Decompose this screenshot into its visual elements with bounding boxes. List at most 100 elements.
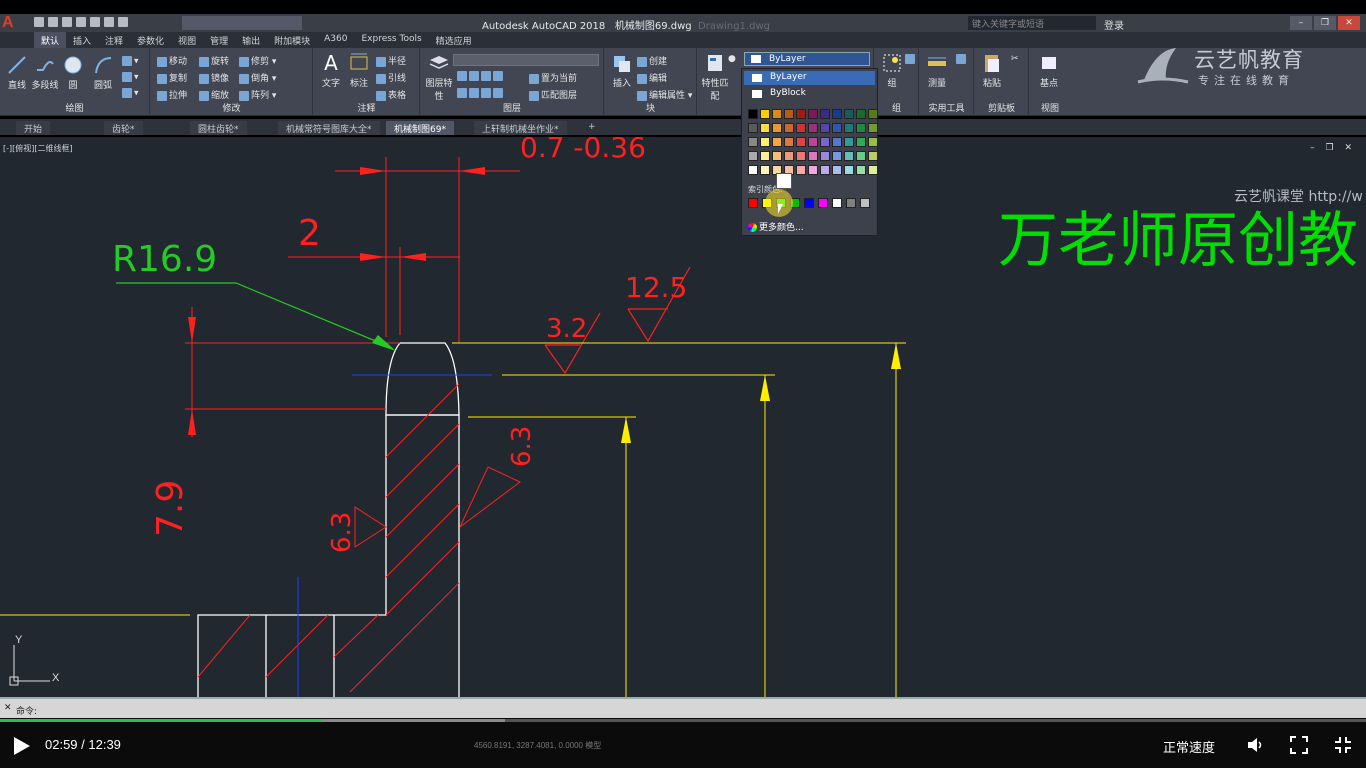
color-swatch[interactable]: [868, 123, 878, 133]
mirror-button[interactable]: 镜像: [199, 71, 229, 84]
tab-output[interactable]: 输出: [235, 32, 267, 48]
doc-tab-homework[interactable]: 上轩制机械坐作业*: [474, 121, 567, 135]
color-swatch[interactable]: [832, 109, 842, 119]
search-input[interactable]: 键入关键字或短语: [968, 16, 1096, 30]
playback-speed-button[interactable]: 正常速度: [1163, 737, 1215, 756]
restore-button[interactable]: ❐: [1314, 16, 1336, 30]
color-swatch[interactable]: [820, 109, 830, 119]
layer-combo[interactable]: [453, 54, 599, 66]
plot-icon[interactable]: [90, 17, 100, 27]
stretch-button[interactable]: 拉伸: [157, 88, 187, 101]
index-color-swatch[interactable]: [846, 198, 856, 208]
table-button[interactable]: 表格: [376, 88, 406, 101]
minimize-button[interactable]: –: [1290, 16, 1312, 30]
base-button[interactable]: 基点: [1034, 52, 1064, 89]
progress-bar[interactable]: [0, 719, 1366, 722]
scale-button[interactable]: 缩放: [199, 88, 229, 101]
color-swatch[interactable]: [748, 137, 758, 147]
trim-button[interactable]: 修剪 ▾: [239, 54, 276, 67]
region-icon[interactable]: ▾: [122, 88, 139, 99]
more-colors-button[interactable]: 更多颜色...: [748, 220, 804, 233]
tab-parametric[interactable]: 参数化: [130, 32, 171, 48]
close-button[interactable]: ✕: [1338, 16, 1360, 30]
index-color-swatch[interactable]: [860, 198, 870, 208]
color-swatch[interactable]: [772, 109, 782, 119]
group-button[interactable]: 组: [877, 52, 907, 89]
color-swatch[interactable]: [856, 137, 866, 147]
insert-button[interactable]: 插入: [607, 52, 637, 89]
color-swatch[interactable]: [868, 165, 878, 175]
color-option-bylayer[interactable]: ByLayer: [744, 71, 875, 85]
group-tools-icon[interactable]: [905, 54, 917, 65]
color-swatch[interactable]: [832, 123, 842, 133]
color-swatch[interactable]: [832, 137, 842, 147]
radius-button[interactable]: 半径: [376, 54, 406, 67]
polyline-button[interactable]: 多段线: [30, 54, 60, 91]
color-swatch[interactable]: [784, 123, 794, 133]
color-swatch[interactable]: [748, 109, 758, 119]
color-swatch[interactable]: [796, 165, 806, 175]
command-line[interactable]: ✕ 命令:: [0, 697, 1366, 718]
new-tab-button[interactable]: +: [580, 121, 604, 135]
color-swatch[interactable]: [820, 123, 830, 133]
draw-panel-title[interactable]: 绘图: [0, 101, 149, 114]
index-color-swatch[interactable]: [748, 198, 758, 208]
color-swatch[interactable]: [820, 151, 830, 161]
color-swatch[interactable]: [760, 151, 770, 161]
doc-tab-start[interactable]: 开始: [16, 121, 51, 135]
color-swatch[interactable]: [748, 151, 758, 161]
array-button[interactable]: 阵列 ▾: [239, 88, 276, 101]
tab-insert[interactable]: 插入: [66, 32, 98, 48]
play-icon[interactable]: [14, 737, 30, 755]
groups-panel-title[interactable]: 组: [875, 101, 918, 114]
color-swatch[interactable]: [844, 137, 854, 147]
color-option-byblock[interactable]: ByBlock: [744, 87, 875, 101]
color-swatch[interactable]: [796, 151, 806, 161]
match-layer-button[interactable]: 匹配图层: [529, 88, 577, 101]
color-swatch[interactable]: [808, 137, 818, 147]
utilities-panel-title[interactable]: 实用工具: [920, 101, 973, 114]
rotate-button[interactable]: 旋转: [199, 54, 229, 67]
tab-featured-apps[interactable]: 精选应用: [429, 32, 479, 48]
redo-icon[interactable]: [118, 17, 128, 27]
open-icon[interactable]: [48, 17, 58, 27]
color-swatch[interactable]: [808, 151, 818, 161]
command-prompt[interactable]: 命令:: [16, 704, 37, 717]
color-swatch[interactable]: [820, 137, 830, 147]
layer-properties-button[interactable]: 图层特性: [425, 52, 453, 102]
layers-panel-title[interactable]: 图层: [421, 101, 603, 114]
color-swatch[interactable]: [808, 109, 818, 119]
tab-view[interactable]: 视图: [171, 32, 203, 48]
color-swatch[interactable]: [844, 109, 854, 119]
arc-button[interactable]: 圆弧: [88, 54, 118, 91]
color-swatch[interactable]: [772, 123, 782, 133]
text-button[interactable]: A 文字: [316, 52, 346, 89]
login-button[interactable]: 登录: [1104, 17, 1124, 32]
color-swatch[interactable]: [856, 151, 866, 161]
index-color-swatch[interactable]: [832, 198, 842, 208]
color-swatch[interactable]: [868, 137, 878, 147]
color-swatch[interactable]: [772, 151, 782, 161]
color-swatch[interactable]: [832, 165, 842, 175]
saveas-icon[interactable]: [76, 17, 86, 27]
color-swatch[interactable]: [832, 151, 842, 161]
layer-tool-icons[interactable]: [457, 88, 505, 99]
dimension-button[interactable]: 标注: [344, 52, 374, 89]
create-block-button[interactable]: 创建: [637, 54, 667, 67]
tab-home[interactable]: 默认: [34, 32, 67, 48]
line-button[interactable]: 直线: [2, 54, 32, 91]
move-button[interactable]: 移动: [157, 54, 187, 67]
color-swatch[interactable]: [856, 123, 866, 133]
edit-block-button[interactable]: 编辑: [637, 71, 667, 84]
color-swatch[interactable]: [820, 165, 830, 175]
color-swatch[interactable]: [868, 109, 878, 119]
block-panel-title[interactable]: 块: [605, 101, 696, 114]
color-swatch[interactable]: [748, 165, 758, 175]
color-swatch[interactable]: [868, 151, 878, 161]
tab-manage[interactable]: 管理: [203, 32, 235, 48]
clipboard-panel-title[interactable]: 剪贴板: [975, 101, 1028, 114]
paste-button[interactable]: 粘贴: [977, 52, 1007, 89]
tab-a360[interactable]: A360: [317, 32, 354, 48]
color-swatch[interactable]: [856, 109, 866, 119]
color-swatch[interactable]: [784, 137, 794, 147]
